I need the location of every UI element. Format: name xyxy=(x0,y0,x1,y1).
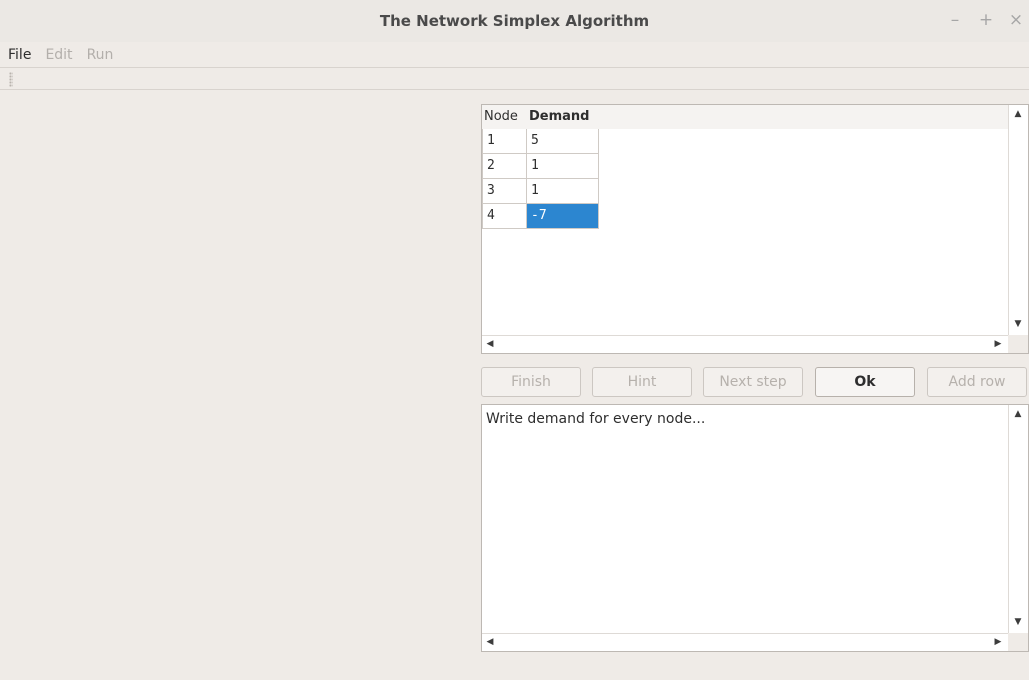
maximize-icon[interactable]: + xyxy=(976,10,996,30)
scroll-down-icon[interactable]: ▼ xyxy=(1012,319,1024,329)
scrollbar-corner xyxy=(1008,335,1028,353)
table-vertical-scrollbar[interactable]: ▲ ▼ xyxy=(1008,105,1028,335)
table-horizontal-scrollbar[interactable]: ◀ ▶ xyxy=(482,335,1008,353)
demand-cell[interactable]: 1 xyxy=(527,154,599,179)
column-header-demand[interactable]: Demand xyxy=(527,105,599,129)
toolbar xyxy=(0,69,1029,90)
menu-run[interactable]: Run xyxy=(87,47,114,63)
column-header-node[interactable]: Node xyxy=(482,105,527,129)
menu-bar: File Edit Run xyxy=(0,42,1029,68)
demand-table[interactable]: Node Demand 1 5 2 1 3 1 4 -7 ▲ ▼ ◀ ▶ xyxy=(481,104,1029,354)
table-header: Node Demand xyxy=(482,105,1010,129)
toolbar-grip-handle[interactable] xyxy=(9,72,13,87)
action-buttons: Finish Hint Next step Ok Add row xyxy=(481,367,1029,397)
hint-button[interactable]: Hint xyxy=(592,367,692,397)
next-step-button[interactable]: Next step xyxy=(703,367,803,397)
close-icon[interactable]: × xyxy=(1006,10,1026,30)
scroll-right-icon[interactable]: ▶ xyxy=(992,339,1004,349)
scroll-up-icon[interactable]: ▲ xyxy=(1012,409,1024,419)
demand-cell[interactable]: 1 xyxy=(527,179,599,204)
scroll-left-icon[interactable]: ◀ xyxy=(484,637,496,647)
scroll-left-icon[interactable]: ◀ xyxy=(484,339,496,349)
output-text-area[interactable]: Write demand for every node... ▲ ▼ ◀ ▶ xyxy=(481,404,1029,652)
window-title: The Network Simplex Algorithm xyxy=(379,12,650,30)
finish-button[interactable]: Finish xyxy=(481,367,581,397)
output-horizontal-scrollbar[interactable]: ◀ ▶ xyxy=(482,633,1008,651)
table-body: 1 5 2 1 3 1 4 -7 xyxy=(482,129,599,229)
output-message: Write demand for every node... xyxy=(486,411,706,427)
scroll-up-icon[interactable]: ▲ xyxy=(1012,109,1024,119)
scrollbar-corner xyxy=(1008,633,1028,651)
demand-cell-selected[interactable]: -7 xyxy=(527,204,599,229)
table-row[interactable]: 2 1 xyxy=(482,154,599,179)
scroll-down-icon[interactable]: ▼ xyxy=(1012,617,1024,627)
ok-button[interactable]: Ok xyxy=(815,367,915,397)
table-row[interactable]: 3 1 xyxy=(482,179,599,204)
demand-cell[interactable]: 5 xyxy=(527,129,599,154)
table-row[interactable]: 1 5 xyxy=(482,129,599,154)
add-row-button[interactable]: Add row xyxy=(927,367,1027,397)
menu-edit[interactable]: Edit xyxy=(45,47,72,63)
menu-file[interactable]: File xyxy=(8,47,31,63)
title-bar: The Network Simplex Algorithm – + × xyxy=(0,0,1029,42)
table-row[interactable]: 4 -7 xyxy=(482,204,599,229)
node-cell[interactable]: 2 xyxy=(482,154,527,179)
node-cell[interactable]: 3 xyxy=(482,179,527,204)
scroll-right-icon[interactable]: ▶ xyxy=(992,637,1004,647)
node-cell[interactable]: 1 xyxy=(482,129,527,154)
node-cell[interactable]: 4 xyxy=(482,204,527,229)
output-vertical-scrollbar[interactable]: ▲ ▼ xyxy=(1008,405,1028,633)
minimize-icon[interactable]: – xyxy=(945,10,965,30)
